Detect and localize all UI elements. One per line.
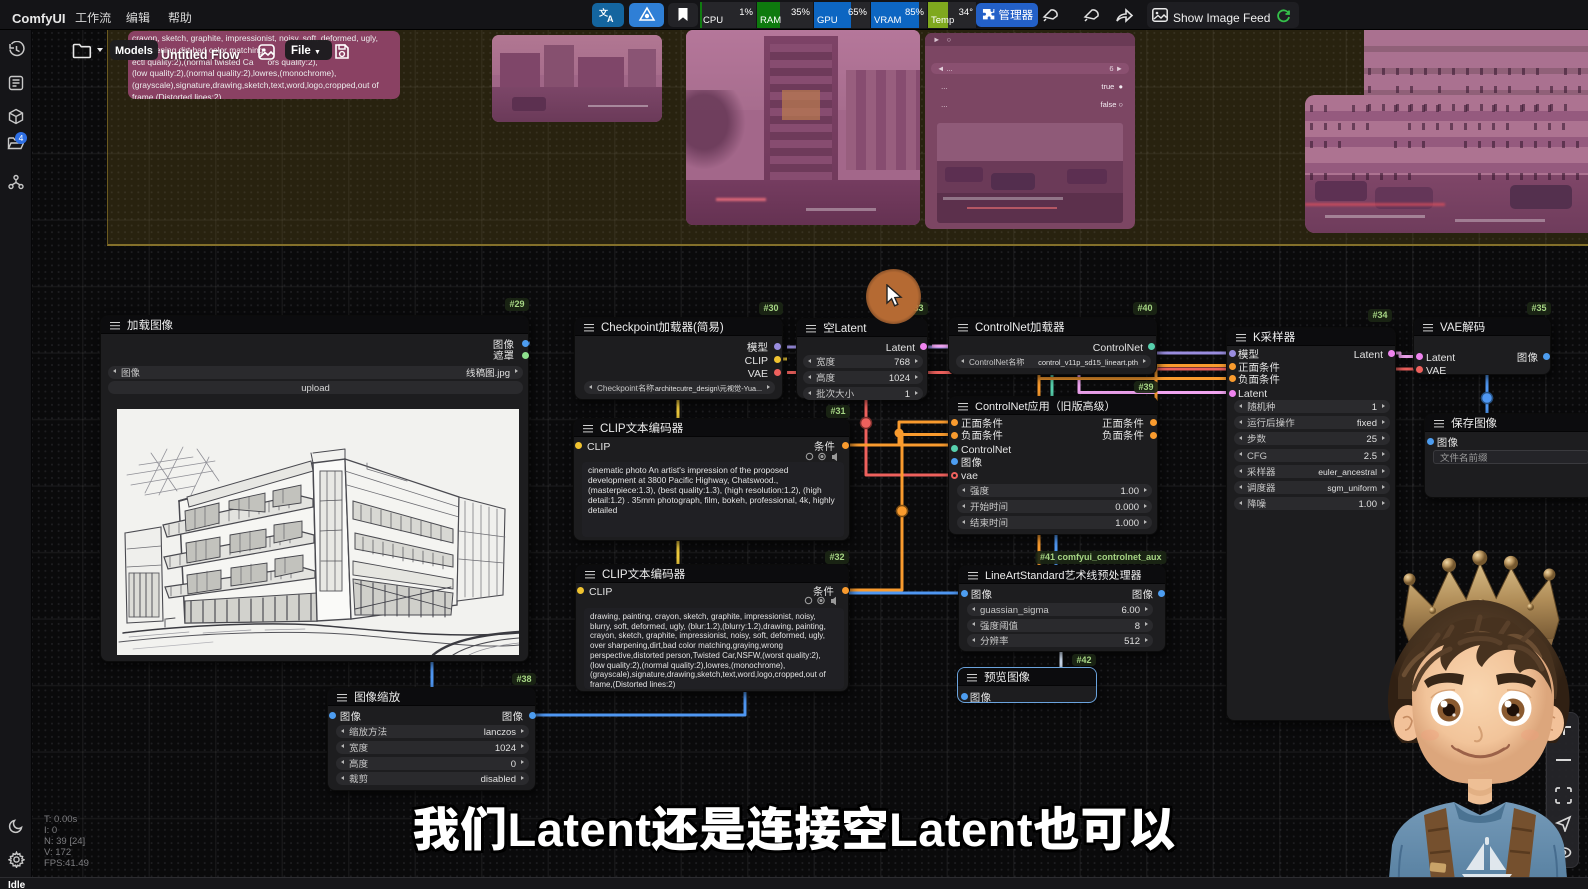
- svg-text:A: A: [607, 14, 614, 23]
